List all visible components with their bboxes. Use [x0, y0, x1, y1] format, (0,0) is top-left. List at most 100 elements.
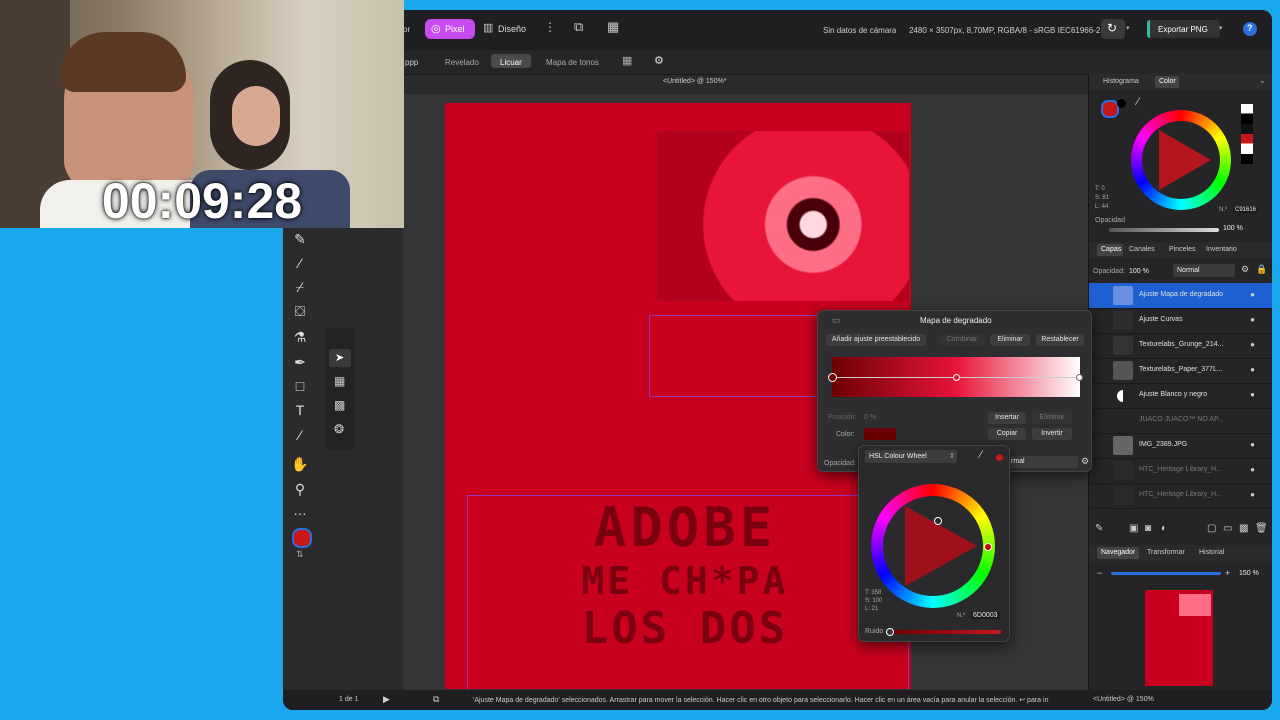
mesh-warp-icon[interactable]: ▦: [334, 374, 345, 388]
noise-slider-handle[interactable]: [886, 628, 894, 636]
layer-row[interactable]: IMG_2389.JPG ●: [1089, 433, 1272, 459]
zoom-tool-icon[interactable]: ⚲: [291, 480, 309, 498]
layer-row[interactable]: JUACO JUACO™ NO AP...: [1089, 408, 1272, 434]
assistant-button[interactable]: ↻: [1101, 19, 1125, 39]
visibility-eye-icon[interactable]: ●: [1250, 390, 1255, 399]
export-chevron-icon[interactable]: ▾: [1219, 24, 1223, 32]
rectangle-shape-icon[interactable]: □: [291, 377, 309, 395]
grid-icon[interactable]: ▦: [607, 19, 619, 35]
mask-icon[interactable]: ◙: [1145, 523, 1151, 534]
popup-hex-input[interactable]: 6D0003: [971, 612, 1000, 619]
reset-button[interactable]: Restablecer: [1036, 334, 1084, 346]
perspective-icon[interactable]: ▩: [334, 398, 345, 412]
settings-gear-icon[interactable]: ⚙: [654, 54, 664, 67]
swap-colors-icon[interactable]: ⇅: [296, 549, 304, 560]
zoom-slider[interactable]: [1111, 572, 1221, 575]
blend-mode-select[interactable]: Normal: [1173, 264, 1235, 277]
visibility-eye-icon[interactable]: ●: [1250, 340, 1255, 349]
visibility-eye-icon[interactable]: ●: [1250, 315, 1255, 324]
persona-partial-label[interactable]: or: [403, 25, 410, 34]
gradient-stop-end[interactable]: [1076, 374, 1083, 381]
adjustment-icon[interactable]: ◐: [1161, 523, 1167, 534]
visibility-eye-icon[interactable]: ●: [1250, 365, 1255, 374]
color-opacity-slider[interactable]: [1109, 228, 1219, 232]
export-button[interactable]: Exportar PNG: [1147, 20, 1220, 38]
tone-map-button[interactable]: Mapa de tonos: [546, 58, 599, 67]
liquify-button[interactable]: Licuar: [491, 54, 531, 68]
visibility-eye-icon[interactable]: ●: [1250, 440, 1255, 449]
grid-pattern-icon[interactable]: ▩: [1239, 523, 1248, 534]
position-value[interactable]: 0 %: [864, 414, 876, 421]
delete-preset-button[interactable]: Eliminar: [990, 334, 1030, 346]
dialog-blend-select[interactable]: rmal: [1008, 456, 1078, 468]
hue-marker[interactable]: [984, 543, 992, 551]
zoom-value[interactable]: 150 %: [1239, 570, 1259, 577]
develop-button[interactable]: Revelado: [445, 58, 479, 67]
zoom-in-icon[interactable]: +: [1225, 568, 1230, 578]
gradient-editor[interactable]: [828, 357, 1083, 397]
play-icon[interactable]: ▶: [383, 694, 390, 705]
layer-row[interactable]: Ajuste Curvas ●: [1089, 308, 1272, 334]
visibility-eye-icon[interactable]: ●: [1250, 465, 1255, 474]
layer-row[interactable]: Texturelabs_Paper_377L... ●: [1089, 358, 1272, 384]
gradient-stop-mid[interactable]: [953, 374, 960, 381]
edit-icon[interactable]: ✎: [1095, 523, 1103, 534]
recent-swatches[interactable]: [1241, 104, 1253, 164]
tab-histogram[interactable]: Histograma: [1103, 78, 1139, 85]
paint-brush-icon[interactable]: ✎: [291, 230, 309, 248]
visibility-eye-icon[interactable]: ●: [1250, 290, 1255, 299]
primary-color-swatch[interactable]: [292, 528, 312, 548]
color-triangle[interactable]: [1159, 130, 1211, 190]
pen-tool-icon[interactable]: ✒: [291, 353, 309, 371]
text-tool-icon[interactable]: T: [291, 401, 309, 419]
tab-navigator[interactable]: Navegador: [1097, 547, 1139, 559]
triangle-marker[interactable]: [934, 517, 942, 525]
share-icon[interactable]: ⧉: [574, 19, 583, 35]
liquify-swirl-icon[interactable]: ❂: [334, 422, 344, 436]
popup-eyedropper-icon[interactable]: ⁄: [980, 449, 982, 461]
tab-history[interactable]: Historial: [1199, 549, 1224, 556]
zoom-out-icon[interactable]: −: [1097, 568, 1102, 578]
tab-channels[interactable]: Canales: [1129, 246, 1155, 253]
hsl-colour-wheel[interactable]: [871, 484, 995, 608]
erase-brush-icon[interactable]: ⌿: [291, 278, 309, 296]
tab-transform[interactable]: Transformar: [1147, 549, 1185, 556]
snapping-icon[interactable]: ▦: [622, 54, 632, 67]
chevron-down-icon[interactable]: ▾: [1126, 24, 1130, 32]
tab-stock[interactable]: Inventario: [1206, 246, 1237, 253]
dialog-preset-icon[interactable]: ▭: [832, 315, 841, 326]
layer-opacity-value[interactable]: 100 %: [1129, 268, 1149, 275]
layer-row[interactable]: Ajuste Blanco y negro ●: [1089, 383, 1272, 409]
color-hex-input[interactable]: C91616: [1233, 207, 1259, 213]
layer-row[interactable]: Texturelabs_Grunge_214... ●: [1089, 333, 1272, 359]
panel-menu-icon[interactable]: ⌄: [1259, 76, 1266, 85]
color-opacity-value[interactable]: 100 %: [1223, 225, 1243, 232]
page-copy-icon[interactable]: ⧉: [433, 694, 439, 705]
hand-tool-icon[interactable]: ✋: [291, 455, 309, 473]
fill-bucket-icon[interactable]: ⚗: [291, 328, 309, 346]
color-picker-icon[interactable]: ⁄: [291, 426, 309, 444]
pixel-brush-icon[interactable]: ⁄: [291, 254, 309, 272]
move-tool-button[interactable]: ➤: [329, 349, 351, 367]
stroke-color-swatch[interactable]: [1117, 99, 1126, 108]
insert-stop-button[interactable]: Insertar: [988, 412, 1026, 424]
add-preset-button[interactable]: Añadir ajuste preestablecido: [826, 334, 926, 346]
trash-icon[interactable]: 🗑: [1255, 523, 1268, 534]
layer-settings-gear-icon[interactable]: ⚙: [1241, 264, 1249, 275]
clone-stamp-icon[interactable]: ⛋: [291, 302, 309, 320]
tab-brushes[interactable]: Pinceles: [1169, 246, 1195, 253]
invert-button[interactable]: Invertir: [1032, 428, 1072, 440]
colour-model-select[interactable]: HSL Colour Wheel ⇕: [865, 450, 957, 463]
more-vertical-icon[interactable]: ⋮: [544, 20, 556, 34]
visibility-eye-icon[interactable]: ●: [1250, 490, 1255, 499]
color-wheel[interactable]: [1131, 110, 1231, 210]
layer-row[interactable]: HTC_Heritage Library_H... ●: [1089, 458, 1272, 484]
noise-slider[interactable]: [886, 628, 1001, 636]
navigator-preview[interactable]: [1145, 590, 1213, 686]
fx-icon[interactable]: ▣: [1129, 523, 1138, 534]
dialog-settings-gear-icon[interactable]: ⚙: [1081, 456, 1089, 467]
layer-row[interactable]: HTC_Heritage Library_H... ●: [1089, 483, 1272, 509]
persona-design-button[interactable]: ▥ Diseño: [481, 19, 531, 39]
eyedropper-icon[interactable]: ⁄: [1137, 96, 1139, 108]
remove-stop-button[interactable]: Eliminar: [1032, 412, 1072, 424]
